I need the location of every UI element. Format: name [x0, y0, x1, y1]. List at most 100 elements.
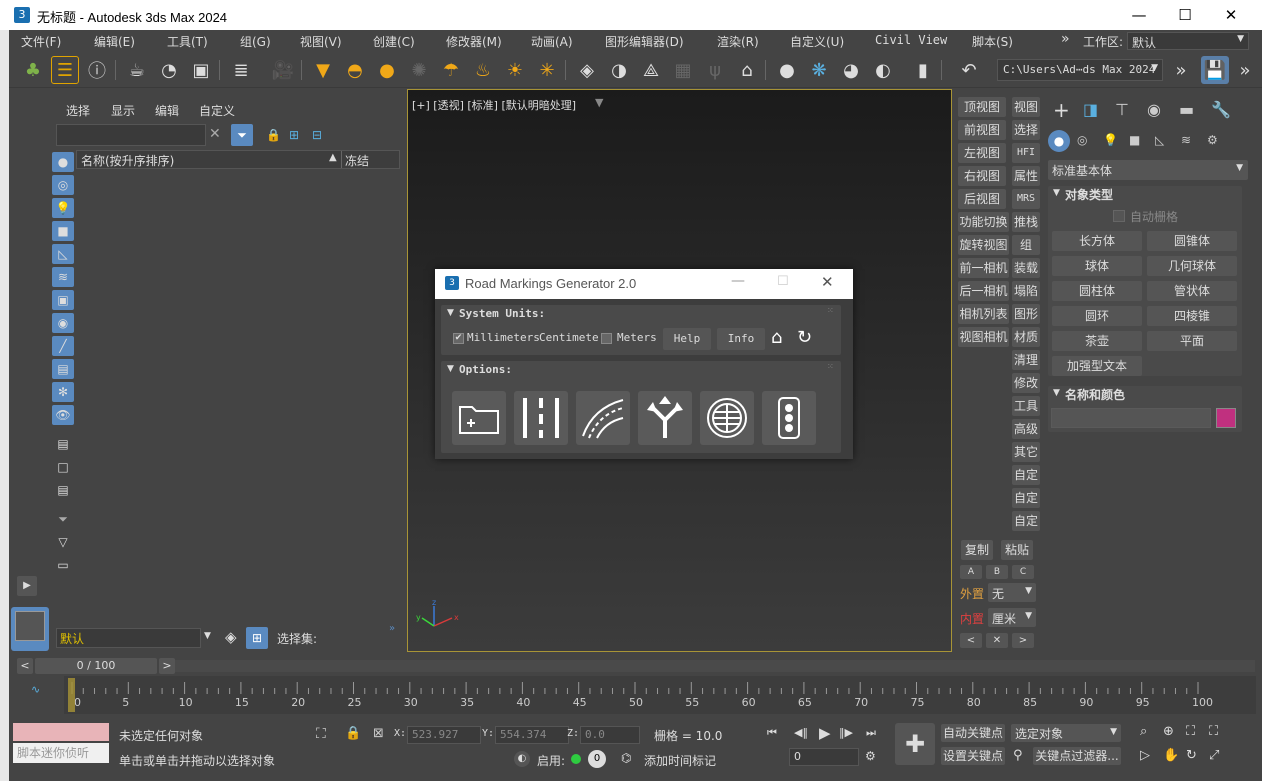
photometric-icon[interactable]: ♨ [469, 56, 497, 84]
sphere-light-icon[interactable]: ● [373, 56, 401, 84]
refresh-icon[interactable]: ↻ [797, 327, 812, 348]
dome-light-icon[interactable]: ◓ [341, 56, 369, 84]
create-tab-icon[interactable]: + [1053, 98, 1070, 122]
spot-light-icon[interactable]: ▼ [309, 56, 337, 84]
display-invert-icon[interactable]: ▤ [52, 480, 74, 500]
next-camera-button[interactable]: 后一相机 [958, 281, 1009, 301]
c-button[interactable]: C [1012, 565, 1034, 579]
explorer-search-input[interactable] [56, 124, 206, 146]
display-tab-icon[interactable]: ▬ [1179, 100, 1194, 119]
prev-frame-icon[interactable]: < [17, 658, 33, 674]
layer-list-icon[interactable]: ≣ [227, 56, 255, 84]
cylinder-button[interactable]: 圆柱体 [1052, 281, 1142, 301]
workspace-dropdown[interactable]: 默认 ▼ [1127, 32, 1249, 50]
toolbar-overflow-icon[interactable]: » [1167, 56, 1195, 84]
camera-list-button[interactable]: 相机列表 [958, 304, 1009, 324]
panel-expand-icon[interactable]: » [389, 623, 395, 634]
menu-overflow-icon[interactable]: » [1061, 31, 1070, 47]
key-filters-button[interactable]: 关键点过滤器... [1033, 747, 1121, 765]
goto-end-icon[interactable]: ⏭ [866, 726, 876, 740]
plane-button[interactable]: 平面 [1147, 331, 1237, 351]
menu-view[interactable]: 视图(V) [300, 33, 342, 50]
select-button[interactable]: 选择 [1012, 120, 1040, 140]
current-frame-marker[interactable] [68, 678, 75, 712]
tools-button[interactable]: 工具 [1012, 396, 1040, 416]
zoom-extents-all-icon[interactable]: ⛶ [1209, 724, 1218, 739]
b-button[interactable]: B [986, 565, 1008, 579]
display-all-icon[interactable]: ▤ [52, 434, 74, 454]
outer-dropdown[interactable]: 无 ▼ [988, 583, 1036, 602]
teapot-button[interactable]: 茶壶 [1052, 331, 1142, 351]
teapot-icon[interactable]: ☕ [123, 56, 151, 84]
viewport-label[interactable]: [+] [透视] [标准] [默认明暗处理] [412, 97, 576, 113]
isolate-icon[interactable]: ⛶ [316, 726, 326, 742]
funnel-icon[interactable]: ▽ [52, 532, 74, 552]
modify-tab-icon[interactable]: ◨ [1083, 100, 1098, 119]
asset-icon[interactable]: ▮ [909, 56, 937, 84]
material-ball-icon[interactable]: ◑ [605, 56, 633, 84]
dialog-minimize-icon[interactable]: — [731, 273, 745, 289]
filter-settings-icon[interactable]: ⏷ [52, 509, 74, 529]
sphere-icon[interactable]: ● [773, 56, 801, 84]
play-icon[interactable]: ▶ [819, 724, 831, 742]
spacewarps-icon[interactable]: ≋ [1181, 133, 1191, 147]
rotate-view-button[interactable]: 旋转视图 [958, 235, 1009, 255]
pan-icon[interactable]: ✋ [1163, 748, 1179, 763]
menu-tools[interactable]: 工具(T) [167, 33, 208, 50]
auto-key-button[interactable]: 自动关键点 [941, 724, 1005, 742]
hierarchy-icon[interactable]: ⊞ [289, 128, 299, 142]
chevron-down-icon[interactable]: ▼ [204, 631, 211, 641]
prev-key-icon[interactable]: ◀‖ [794, 726, 808, 739]
custom-button-1[interactable]: 自定 [1012, 465, 1040, 485]
inner-dropdown[interactable]: 厘米 ▼ [988, 608, 1036, 627]
meters-checkbox[interactable] [601, 333, 612, 344]
back-view-button[interactable]: 后视图 [958, 189, 1006, 209]
layers-icon[interactable]: ◈ [225, 628, 237, 646]
time-tag-icon[interactable]: ⌬ [621, 751, 631, 765]
time-slider[interactable]: 0 / 100 [35, 658, 157, 674]
shapes-icon[interactable]: ◎ [1077, 133, 1087, 147]
column-name-header[interactable]: 名称(按升序排序) [81, 152, 174, 169]
function-switch-button[interactable]: 功能切换 [958, 212, 1009, 232]
lights-icon[interactable]: 💡 [1103, 133, 1118, 147]
direction-arrows-icon[interactable] [638, 391, 692, 445]
front-view-button[interactable]: 前视图 [958, 120, 1006, 140]
collapse-arrow-icon[interactable]: ▼ [447, 364, 454, 374]
layer-dropdown[interactable]: 默认 [56, 628, 201, 648]
minimize-button[interactable]: — [1116, 0, 1162, 30]
hierarchy-collapse-icon[interactable]: ⊟ [312, 128, 322, 142]
molecule-icon[interactable]: ❋ [805, 56, 833, 84]
close-small-icon[interactable]: ✕ [986, 633, 1008, 648]
shape-button[interactable]: 图形 [1012, 304, 1040, 324]
current-frame-field[interactable]: 0 [789, 748, 859, 766]
menu-list-icon[interactable]: ☰ [51, 56, 79, 84]
zoom-extents-icon[interactable]: ⛶ [1186, 724, 1195, 739]
collapse-arrow-icon[interactable]: ▼ [1053, 388, 1060, 398]
time-slider-track[interactable] [175, 660, 1255, 672]
motion-tab-icon[interactable]: ◉ [1147, 100, 1161, 119]
menu-animation[interactable]: 动画(A) [531, 33, 573, 50]
menu-civil-view[interactable]: Civil View [875, 33, 947, 47]
menu-edit[interactable]: 编辑(E) [94, 33, 135, 50]
curve-editor-icon[interactable]: ∿ [31, 683, 40, 696]
left-view-button[interactable]: 左视图 [958, 143, 1006, 163]
explorer-menu-display[interactable]: 显示 [111, 102, 135, 119]
paste-button[interactable]: 粘贴 [1001, 540, 1033, 560]
new-folder-icon[interactable] [452, 391, 506, 445]
geosphere-button[interactable]: 几何球体 [1147, 256, 1237, 276]
custom-button-2[interactable]: 自定 [1012, 488, 1040, 508]
hierarchy-mode-icon[interactable]: ⊞ [246, 627, 268, 649]
geometry-filter-icon[interactable]: ● [52, 152, 74, 172]
systems-icon[interactable]: ⚙ [1207, 133, 1218, 147]
render-setup-icon[interactable]: ◔ [155, 56, 183, 84]
menu-scripting[interactable]: 脚本(S) [972, 33, 1013, 50]
prev-arrow-icon[interactable]: < [960, 633, 982, 648]
home-icon[interactable]: ⌂ [771, 327, 782, 348]
right-view-button[interactable]: 右视图 [958, 166, 1006, 186]
menu-modifiers[interactable]: 修改器(M) [446, 33, 502, 50]
cameras-filter-icon[interactable]: ■ [52, 221, 74, 241]
maxscript-listener[interactable]: 脚本迷你侦听 [13, 743, 109, 763]
explorer-menu-customize[interactable]: 自定义 [199, 102, 235, 119]
utilities-tab-icon[interactable]: 🔧 [1211, 100, 1231, 119]
set-key-button[interactable]: 设置关键点 [941, 747, 1005, 765]
